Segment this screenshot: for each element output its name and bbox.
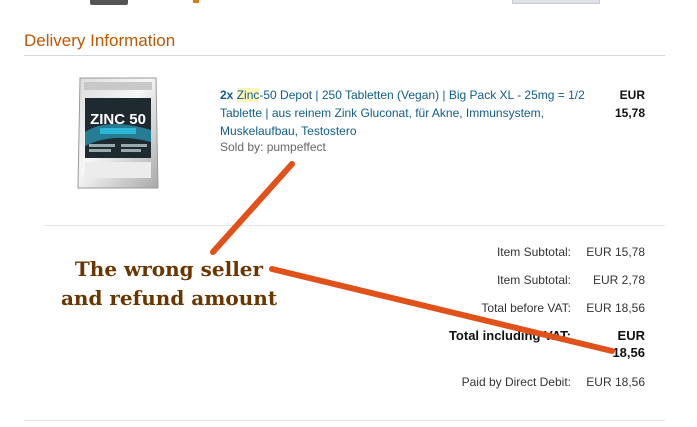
item-subtotal-value: EUR 15,78 (586, 245, 645, 259)
sold-by-text: Sold by: pumpeffect (220, 140, 326, 154)
product-name-rest: -50 Depot | 250 Tabletten (Vegan) | Big … (220, 88, 585, 138)
summary-divider (44, 225, 665, 226)
annotation-line-2: and refund amount (60, 286, 278, 310)
previous-item-button-edge (512, 0, 600, 4)
product-title-link[interactable]: 2x Zinc-50 Depot | 250 Tabletten (Vegan)… (220, 86, 590, 140)
annotation-arrow-to-seller (210, 161, 295, 255)
paid-by-direct-debit-label: Paid by Direct Debit: (461, 375, 571, 389)
paid-by-direct-debit-value: EUR 18,56 (586, 375, 645, 389)
product-image[interactable]: ZINC 50 (58, 72, 178, 192)
annotation-arrows (210, 161, 615, 354)
item-subtotal-label: Item Subtotal: (496, 245, 571, 259)
image-brand-text: ZINC 50 (90, 111, 146, 128)
search-highlight: Zinc (236, 88, 260, 102)
total-before-vat-label: Total before VAT: (481, 301, 571, 315)
item-subtotal-value: EUR 2,78 (592, 273, 645, 287)
item-price-currency: EUR (619, 88, 645, 102)
product-quantity: 2x (220, 88, 234, 102)
heading-divider (24, 55, 665, 56)
item-subtotal-label: Item Subtotal: (496, 273, 571, 287)
zinc-pouch-icon: ZINC 50 (77, 77, 159, 189)
total-including-vat-currency: EUR (617, 328, 645, 343)
annotation-line-1: The wrong seller (74, 257, 264, 281)
delivery-information-heading: Delivery Information (24, 31, 176, 50)
total-before-vat-value: EUR 18,56 (586, 301, 645, 315)
total-including-vat-value: 18,56 (612, 345, 645, 360)
previous-item-thumbnail (90, 0, 128, 5)
annotation-callout: The wrong seller and refund amount (54, 255, 284, 313)
bottom-divider (24, 420, 665, 421)
total-including-vat-label: Total including VAT: (448, 328, 571, 343)
item-price: 15,78 (614, 106, 645, 120)
previous-item-link-fragment (193, 0, 199, 3)
